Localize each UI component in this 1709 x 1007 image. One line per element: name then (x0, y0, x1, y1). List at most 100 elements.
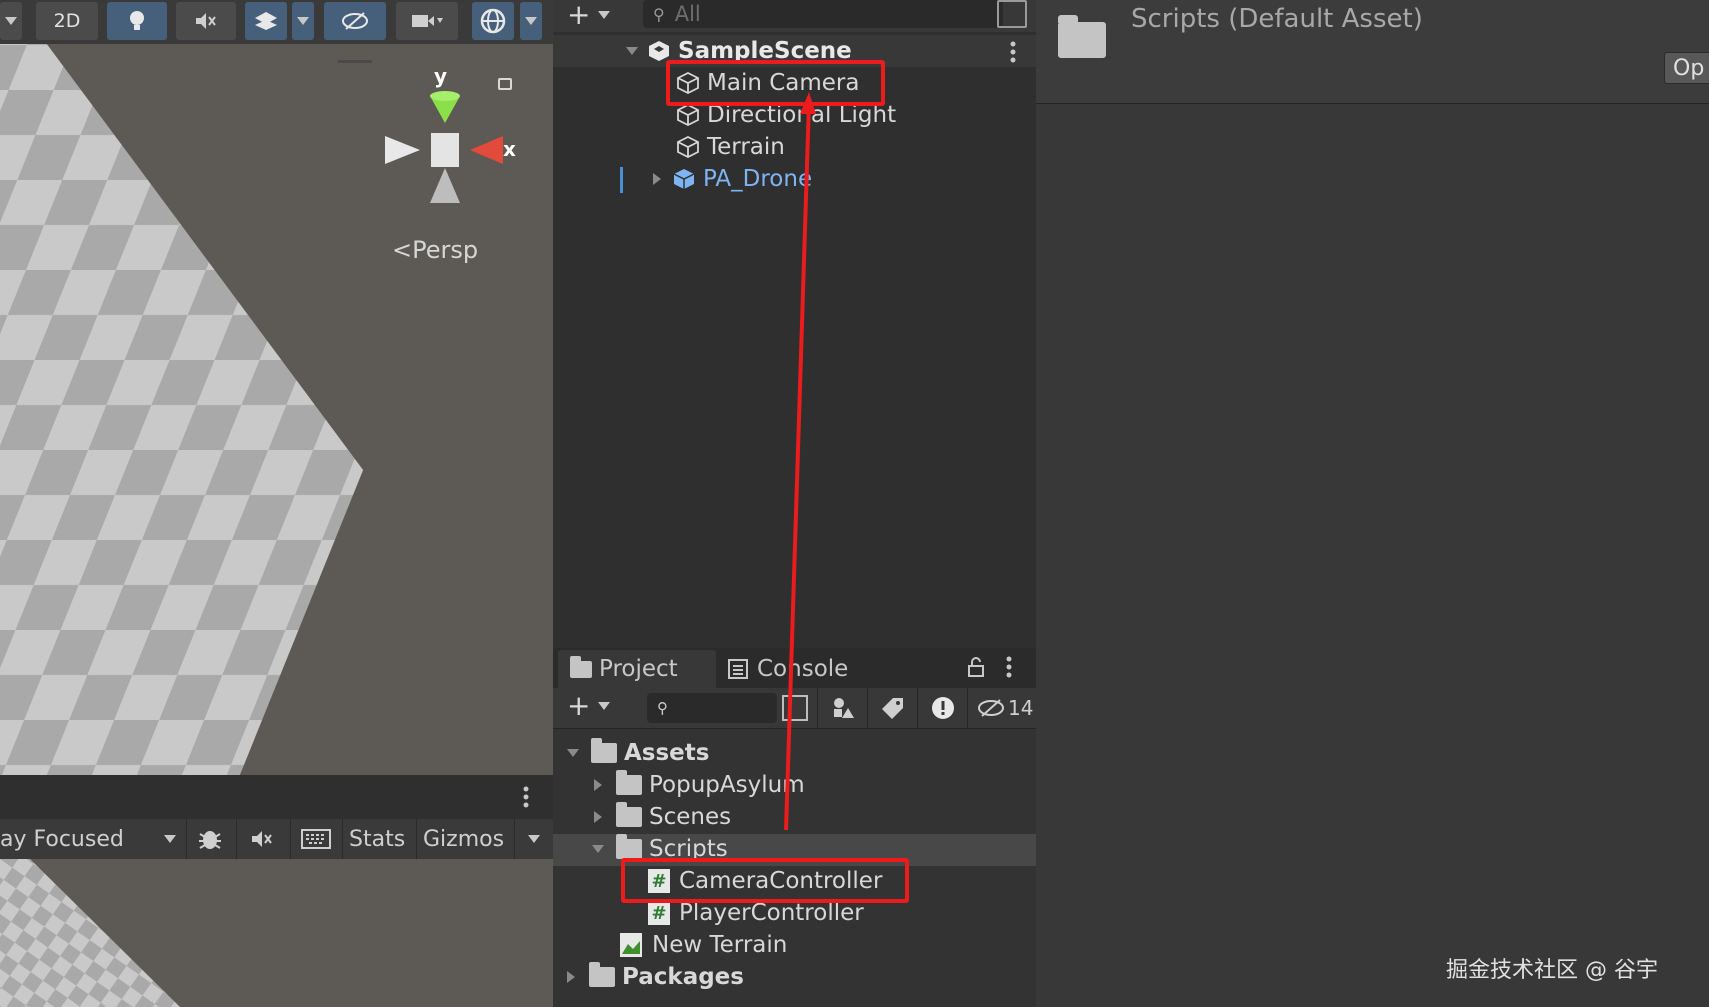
folder-open-icon (616, 834, 642, 859)
projection-toggle[interactable]: <Persp (392, 236, 478, 264)
inspector-body (1036, 104, 1709, 1007)
inspector-header: Scripts (Default Asset) Op (1036, 0, 1709, 104)
inspector-title: Scripts (Default Asset) (1131, 4, 1423, 34)
effects-dropdown-arrow[interactable] (292, 2, 314, 40)
stats-button[interactable]: Stats (342, 819, 416, 859)
toolbar-dropdown-arrow[interactable] (0, 2, 22, 40)
audio-mute-icon[interactable] (236, 819, 286, 859)
more-options-icon[interactable] (1005, 656, 1013, 678)
asset-new-terrain[interactable]: New Terrain (619, 929, 787, 961)
gizmo-center-cube (431, 133, 459, 167)
search-icon: ⚲ (653, 4, 665, 24)
expand-arrow-icon[interactable] (567, 749, 579, 757)
folder-icon (589, 962, 615, 987)
gizmo-orbit-icon[interactable] (472, 2, 514, 40)
folder-label: Assets (624, 740, 710, 766)
hidden-eye-icon (978, 699, 1004, 717)
expand-arrow-icon[interactable] (592, 845, 604, 853)
gameobject-cube-icon (677, 104, 699, 126)
plus-icon: + (567, 0, 591, 31)
create-button[interactable]: + (567, 689, 611, 722)
folder-assets[interactable]: Assets (567, 737, 709, 769)
csharp-script-icon: # (648, 901, 670, 925)
hierarchy-toolbar: + ⚲ All (553, 0, 1036, 32)
gameobject-cube-icon (677, 136, 699, 158)
more-options-icon[interactable] (522, 785, 530, 809)
audio-mute-icon[interactable] (176, 2, 236, 40)
gizmos-dropdown-arrow[interactable] (514, 819, 553, 859)
game-toolbar: ay Focused Stats Gizmos (0, 819, 553, 859)
folder-open-icon (591, 738, 617, 763)
folder-label: Scenes (649, 804, 732, 830)
asset-label: New Terrain (652, 932, 788, 958)
scene-toolbar: 2D (0, 0, 553, 44)
folder-scenes[interactable]: Scenes (594, 801, 731, 833)
chevron-down-icon (598, 702, 611, 710)
expand-search-icon[interactable] (997, 0, 1027, 28)
focus-mode-label: ay Focused (0, 826, 124, 852)
script-label: PlayerController (679, 900, 864, 926)
terrain-asset-icon (620, 933, 642, 957)
projection-label: Persp (412, 236, 479, 264)
visibility-icon[interactable] (324, 2, 386, 40)
highlight-box-cameracontroller (621, 858, 909, 903)
search-by-label-icon[interactable] (867, 688, 918, 728)
create-button[interactable]: + (567, 0, 611, 31)
gizmo-neg-y-cone (430, 168, 460, 203)
lock-icon[interactable] (967, 656, 985, 678)
plus-icon: + (567, 689, 591, 722)
drag-arrow (784, 92, 816, 831)
orientation-gizmo[interactable] (375, 78, 515, 228)
game-tab-bar (0, 775, 553, 819)
gizmo-x-cone (470, 136, 503, 164)
gizmo-y-label: y (434, 64, 448, 88)
expand-arrow-icon[interactable] (594, 779, 602, 791)
expand-arrow-icon[interactable] (626, 47, 638, 55)
error-filter-icon[interactable] (917, 688, 968, 728)
watermark: 掘金技术社区 @ 谷宇 (1446, 958, 1658, 983)
search-by-type-icon[interactable] (817, 688, 868, 728)
game-checker-floor (0, 859, 180, 1007)
folder-packages[interactable]: Packages (567, 961, 744, 993)
back-chevron-icon: < (392, 236, 413, 264)
gizmo-neg-x-cone (385, 136, 420, 164)
folder-icon (616, 770, 642, 795)
focus-mode-dropdown[interactable]: ay Focused (0, 819, 182, 859)
bug-icon[interactable] (186, 819, 232, 859)
effects-icon[interactable] (245, 2, 287, 40)
hidden-packages-toggle[interactable]: 14 (967, 688, 1037, 728)
folder-icon (570, 655, 592, 678)
folder-icon (616, 802, 642, 827)
lightbulb-icon[interactable] (107, 2, 167, 40)
hidden-count: 14 (1008, 696, 1034, 720)
lock-icon[interactable] (498, 78, 512, 90)
project-search-input[interactable]: ⚲ (647, 693, 777, 723)
folder-label: Packages (622, 964, 744, 990)
gizmo-dropdown-arrow[interactable] (520, 2, 542, 40)
console-icon (728, 659, 748, 679)
expand-arrow-icon[interactable] (653, 173, 661, 185)
drag-handle-icon[interactable] (338, 60, 372, 63)
tab-project[interactable]: Project (558, 650, 716, 688)
large-folder-icon (1058, 15, 1106, 58)
scene-view[interactable]: y x <Persp (0, 0, 553, 775)
prefab-override-bar (620, 167, 623, 193)
tab-project-label: Project (599, 656, 678, 682)
gizmo-x-label: x (503, 137, 516, 161)
more-options-icon[interactable] (1009, 41, 1017, 63)
hierarchy-search-input[interactable]: ⚲ All (643, 0, 1003, 28)
gizmos-button[interactable]: Gizmos (416, 819, 512, 859)
game-view[interactable] (0, 859, 553, 1007)
search-icon: ⚲ (657, 699, 668, 717)
keyboard-icon[interactable] (290, 819, 340, 859)
chevron-down-icon (598, 11, 611, 19)
search-placeholder: All (674, 2, 701, 26)
chevron-down-icon (164, 835, 176, 843)
open-button[interactable]: Op (1664, 52, 1709, 84)
unity-scene-icon (649, 41, 669, 61)
mode-2d-button[interactable]: 2D (36, 2, 98, 40)
expand-arrow-icon[interactable] (594, 811, 602, 823)
camera-icon[interactable] (396, 2, 458, 40)
expand-arrow-icon[interactable] (567, 971, 575, 983)
prefab-cube-icon (673, 169, 695, 189)
